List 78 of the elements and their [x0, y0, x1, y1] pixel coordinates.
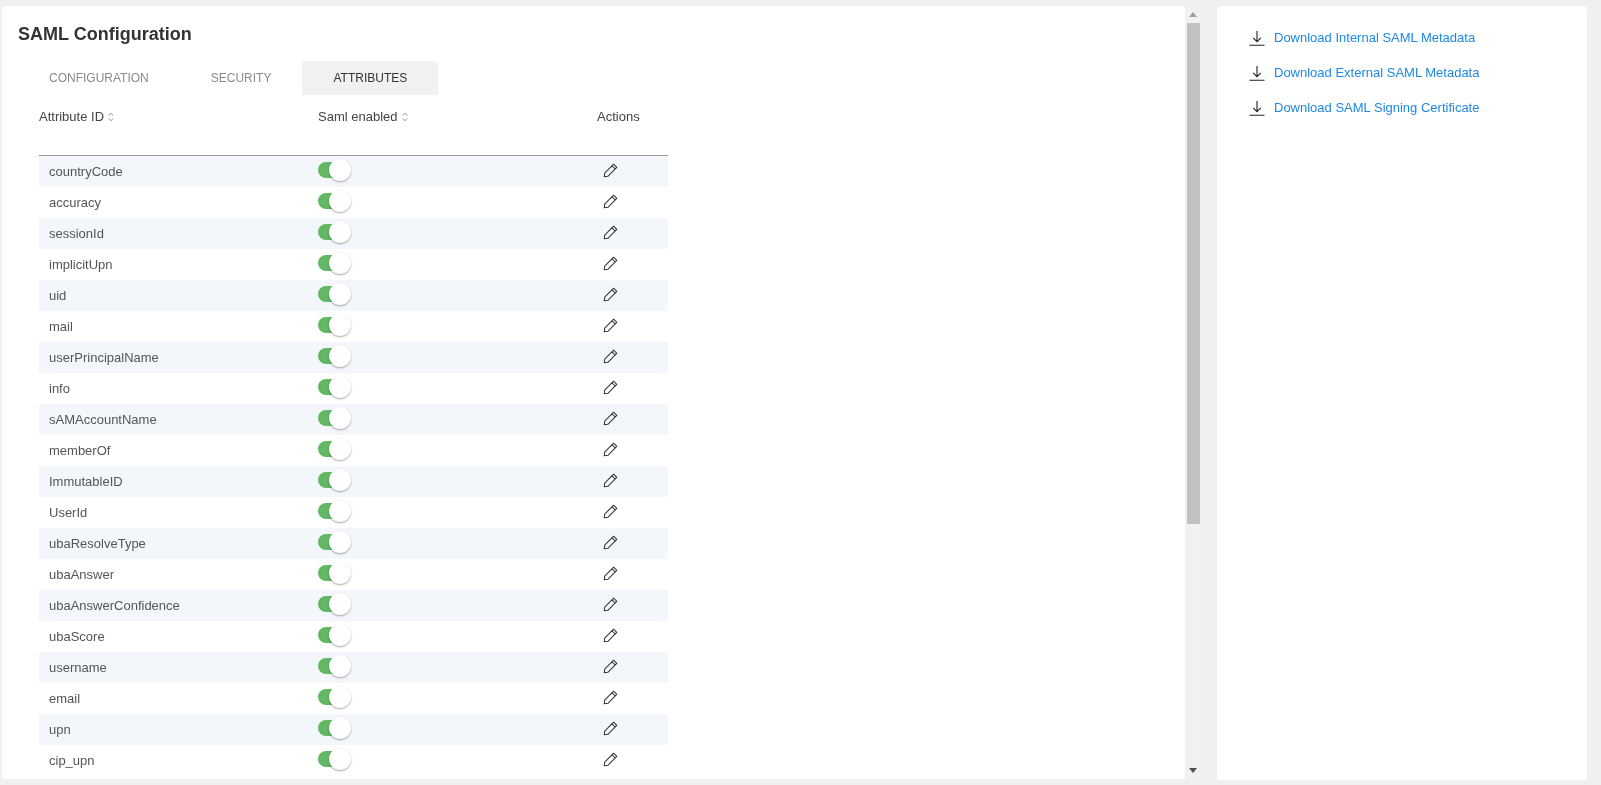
- table-cell: accuracy: [49, 195, 102, 210]
- pencil-icon[interactable]: [603, 472, 618, 488]
- download-link[interactable]: Download External SAML Metadata: [1249, 65, 1480, 81]
- table-cell: uid: [49, 288, 67, 303]
- pencil-icon[interactable]: [603, 658, 618, 674]
- column-header[interactable]: Saml enabled: [318, 108, 408, 126]
- pencil-icon[interactable]: [603, 410, 618, 426]
- toggle-switch[interactable]: [318, 623, 351, 646]
- pencil-icon[interactable]: [603, 503, 618, 519]
- toggle-switch[interactable]: [318, 654, 351, 677]
- pencil-icon[interactable]: [603, 441, 618, 457]
- table-cell: userPrincipalName: [49, 350, 159, 365]
- toggle-switch[interactable]: [318, 530, 351, 553]
- download-icon: [1249, 65, 1265, 81]
- toggle-switch[interactable]: [318, 437, 351, 460]
- pencil-icon[interactable]: [603, 720, 618, 736]
- scroll-down-icon[interactable]: [1188, 768, 1197, 773]
- toggle-switch[interactable]: [318, 716, 351, 739]
- toggle-switch[interactable]: [318, 685, 351, 708]
- table-cell: email: [49, 691, 81, 706]
- toggle-switch[interactable]: [318, 189, 351, 212]
- pencil-icon[interactable]: [603, 534, 618, 550]
- pencil-icon[interactable]: [603, 627, 618, 643]
- pencil-icon[interactable]: [603, 286, 618, 302]
- table-cell: ubaResolveType: [49, 536, 146, 551]
- tab[interactable]: ATTRIBUTES: [302, 61, 439, 95]
- column-header[interactable]: Attribute ID: [39, 108, 115, 126]
- pencil-icon[interactable]: [603, 348, 618, 364]
- toggle-switch[interactable]: [318, 499, 351, 522]
- pencil-icon[interactable]: [603, 224, 618, 240]
- toggle-switch[interactable]: [318, 344, 351, 367]
- page-title: SAML Configuration: [18, 23, 192, 46]
- table-cell: upn: [49, 722, 71, 737]
- pencil-icon[interactable]: [603, 255, 618, 271]
- table-cell: ubaAnswer: [49, 567, 115, 582]
- pencil-icon[interactable]: [603, 379, 618, 395]
- download-link[interactable]: Download SAML Signing Certificate: [1249, 100, 1480, 116]
- table-cell: sAMAccountName: [49, 412, 157, 427]
- column-header: Actions: [597, 108, 640, 126]
- toggle-switch[interactable]: [318, 313, 351, 336]
- pencil-icon[interactable]: [603, 565, 618, 581]
- table-cell: memberOf: [49, 443, 111, 458]
- toggle-switch[interactable]: [318, 251, 351, 274]
- toggle-switch[interactable]: [318, 747, 351, 770]
- table-cell: UserId: [49, 505, 88, 520]
- toggle-switch[interactable]: [318, 220, 351, 243]
- scroll-up-icon[interactable]: [1188, 12, 1197, 17]
- toggle-switch[interactable]: [318, 375, 351, 398]
- table-cell: ubaScore: [49, 629, 105, 644]
- pencil-icon[interactable]: [603, 193, 618, 209]
- download-link[interactable]: Download Internal SAML Metadata: [1249, 30, 1476, 46]
- table-cell: sessionId: [49, 226, 104, 241]
- toggle-switch[interactable]: [318, 561, 351, 584]
- table-cell: ImmutableID: [49, 474, 123, 489]
- tab[interactable]: SECURITY: [179, 61, 303, 95]
- toggle-switch[interactable]: [318, 158, 351, 181]
- table-cell: ubaAnswerConfidence: [49, 598, 180, 613]
- sort-icon: [401, 112, 408, 122]
- toggle-switch[interactable]: [318, 406, 351, 429]
- download-icon: [1249, 30, 1265, 46]
- pencil-icon[interactable]: [603, 596, 618, 612]
- table-cell: mail: [49, 319, 73, 334]
- pencil-icon[interactable]: [603, 689, 618, 705]
- table-cell: countryCode: [49, 164, 123, 179]
- pencil-icon[interactable]: [603, 751, 618, 767]
- table-cell: info: [49, 381, 70, 396]
- sort-icon: [108, 112, 115, 122]
- tab[interactable]: CONFIGURATION: [18, 61, 180, 95]
- table-cell: username: [49, 660, 107, 675]
- scrollbar-thumb[interactable]: [1187, 23, 1200, 524]
- toggle-switch[interactable]: [318, 282, 351, 305]
- pencil-icon[interactable]: [603, 162, 618, 178]
- toggle-switch[interactable]: [318, 592, 351, 615]
- table-cell: implicitUpn: [49, 257, 113, 272]
- toggle-switch[interactable]: [318, 468, 351, 491]
- table-cell: cip_upn: [49, 753, 95, 768]
- download-icon: [1249, 100, 1265, 116]
- pencil-icon[interactable]: [603, 317, 618, 333]
